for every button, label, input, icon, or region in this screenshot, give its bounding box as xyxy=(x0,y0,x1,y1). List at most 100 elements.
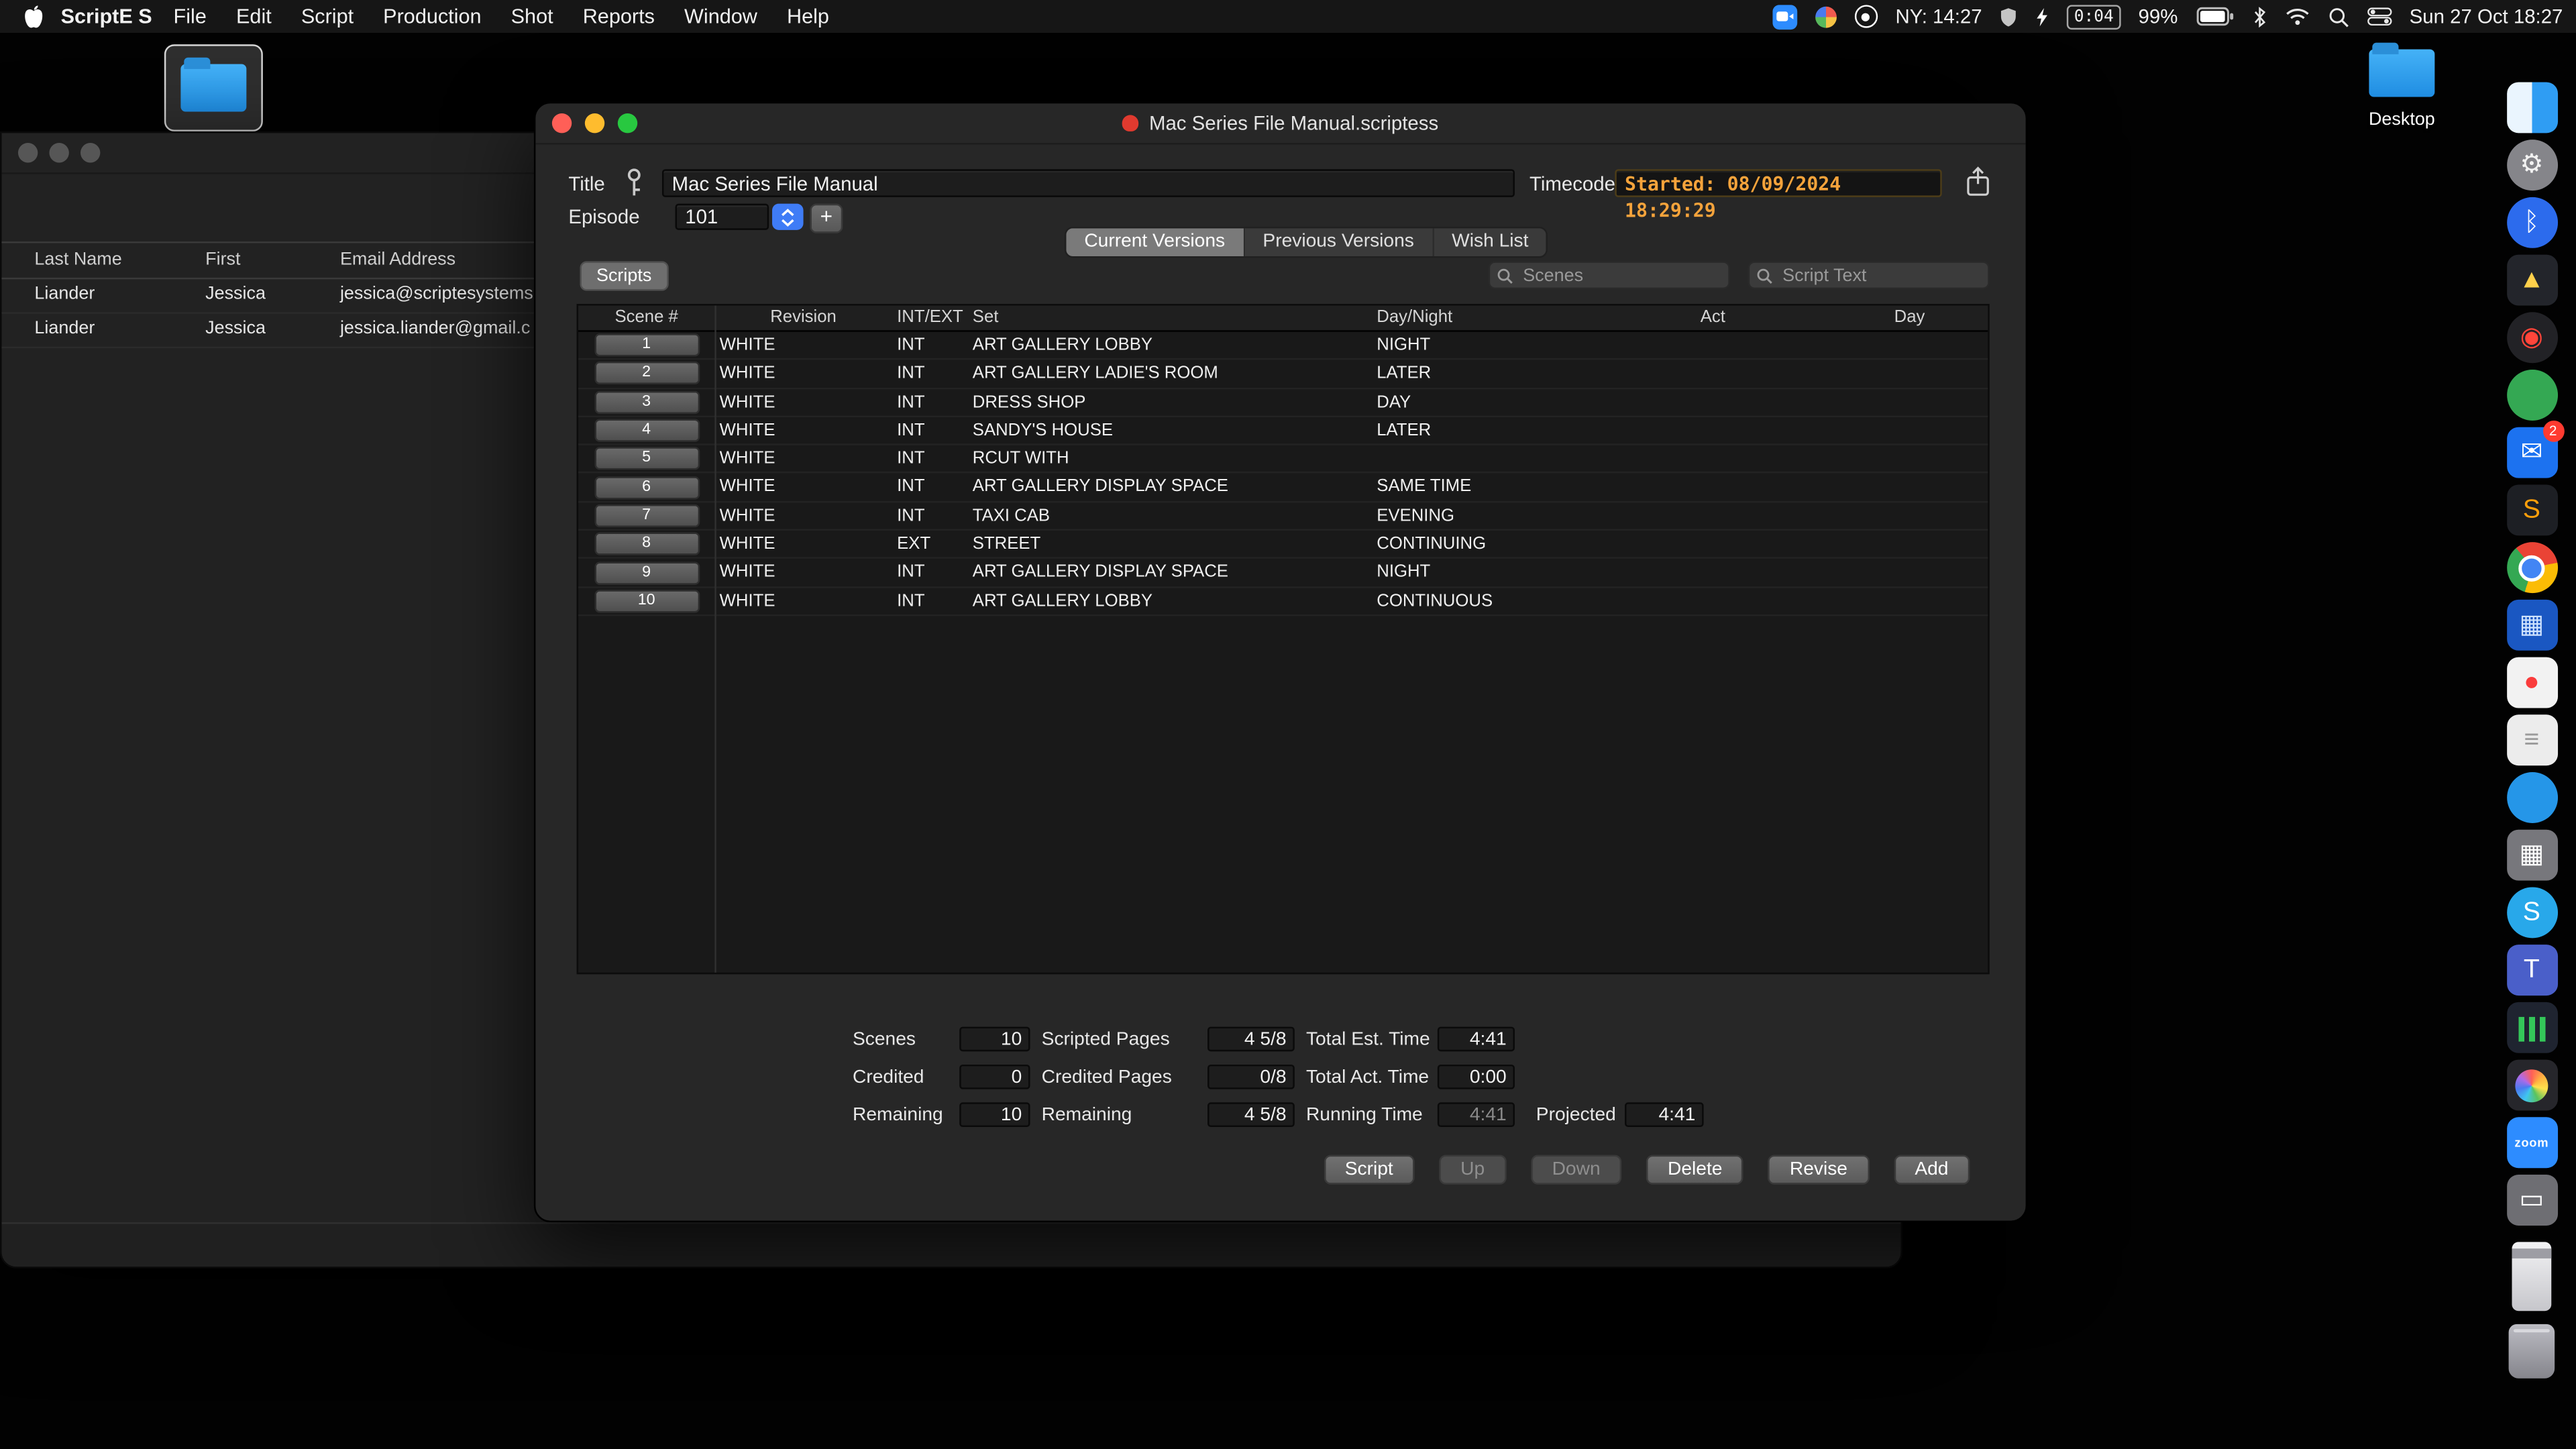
titlebar[interactable]: Mac Series File Manual.scriptess xyxy=(535,103,2025,144)
credited-value[interactable]: 0 xyxy=(959,1065,1030,1089)
system-settings-icon[interactable]: ⚙ xyxy=(2506,140,2557,191)
location-time[interactable]: NY: 14:27 xyxy=(1896,5,1982,28)
finder-icon[interactable] xyxy=(2506,82,2557,133)
scene-row[interactable]: 8WHITEEXTSTREETCONTINUING xyxy=(578,531,1988,559)
script-manual-window[interactable]: Mac Series File Manual.scriptess Title T… xyxy=(534,102,2027,1222)
scene-row[interactable]: 1WHITEINTART GALLERY LOBBYNIGHT xyxy=(578,332,1988,360)
running-time-value[interactable]: 4:41 xyxy=(1438,1102,1515,1127)
tab-current-versions[interactable]: Current Versions xyxy=(1066,228,1244,256)
battery-icon[interactable] xyxy=(2196,7,2233,26)
script-button[interactable]: Script xyxy=(1324,1155,1415,1185)
zoom-menubar-icon[interactable] xyxy=(1772,4,1797,29)
chrome-icon[interactable] xyxy=(2506,542,2557,593)
remaining-pages-value[interactable]: 4 5/8 xyxy=(1208,1102,1295,1127)
scripted-pages-value[interactable]: 4 5/8 xyxy=(1208,1027,1295,1052)
charts-icon[interactable] xyxy=(2506,1002,2557,1053)
scene-number-button[interactable]: 9 xyxy=(594,561,699,584)
jar-icon[interactable] xyxy=(2512,1242,2551,1311)
pinwheel-icon[interactable] xyxy=(1815,6,1837,28)
add-button[interactable]: Add xyxy=(1894,1155,1970,1185)
column-header[interactable]: Day xyxy=(1889,306,1988,331)
spotlight-icon[interactable] xyxy=(2327,6,2349,28)
script-text-search-input[interactable] xyxy=(1779,264,1981,286)
bluetooth-exchange-icon[interactable]: ᛒ xyxy=(2506,197,2557,248)
trash-icon[interactable] xyxy=(2509,1324,2555,1379)
scene-number-button[interactable]: 10 xyxy=(594,590,699,612)
scene-row[interactable]: 10WHITEINTART GALLERY LOBBYCONTINUOUS xyxy=(578,588,1988,616)
control-center-icon[interactable] xyxy=(2367,7,2392,26)
column-header[interactable]: Act xyxy=(1695,306,1889,331)
google-drive-icon[interactable]: ▲ xyxy=(2506,255,2557,306)
tab-wish-list[interactable]: Wish List xyxy=(1434,228,1546,256)
scene-table[interactable]: Scene #RevisionINT/EXTSetDay/NightActDay… xyxy=(577,304,1990,974)
menu-production[interactable]: Production xyxy=(368,5,496,28)
scene-number-button[interactable]: 3 xyxy=(594,390,699,413)
close-button[interactable] xyxy=(552,113,572,133)
close-button[interactable] xyxy=(18,143,38,162)
menu-shot[interactable]: Shot xyxy=(496,5,568,28)
skype-icon[interactable]: S xyxy=(2506,887,2557,938)
notes-icon[interactable]: ≡ xyxy=(2506,714,2557,765)
app-menu-title[interactable]: ScriptE S xyxy=(61,5,152,28)
column-header[interactable]: INT/EXT xyxy=(892,306,968,331)
script-text-search[interactable] xyxy=(1748,261,1990,289)
zoom-button[interactable] xyxy=(618,113,637,133)
scene-row[interactable]: 7WHITEINTTAXI CABEVENING xyxy=(578,502,1988,531)
safari-icon[interactable] xyxy=(2506,772,2557,823)
menu-reports[interactable]: Reports xyxy=(568,5,669,28)
scenes-search[interactable] xyxy=(1489,261,1730,289)
acrobat-icon[interactable]: ● xyxy=(2506,657,2557,708)
minimize-button[interactable] xyxy=(49,143,68,162)
column-header[interactable]: Day/Night xyxy=(1372,306,1695,331)
add-episode-button[interactable]: + xyxy=(810,204,843,233)
remote-desktop-icon[interactable]: ▭ xyxy=(2506,1175,2557,1226)
credited-pages-value[interactable]: 0/8 xyxy=(1208,1065,1295,1089)
scene-number-button[interactable]: 8 xyxy=(594,533,699,555)
scenes-stat-value[interactable]: 10 xyxy=(959,1027,1030,1052)
scene-number-button[interactable]: 5 xyxy=(594,447,699,470)
calculator-icon[interactable]: ▦ xyxy=(2506,830,2557,881)
scene-row[interactable]: 5WHITEINTRCUT WITH xyxy=(578,445,1988,474)
media-player-icon[interactable]: ◉ xyxy=(2506,312,2557,363)
scene-row[interactable]: 2WHITEINTART GALLERY LADIE'S ROOMLATER xyxy=(578,360,1988,388)
record-timer[interactable]: 0:04 xyxy=(2068,4,2121,29)
mail-icon[interactable]: ✉2 xyxy=(2506,427,2557,478)
wifi-icon[interactable] xyxy=(2285,7,2310,26)
menu-file[interactable]: File xyxy=(159,5,221,28)
menu-edit[interactable]: Edit xyxy=(221,5,286,28)
episode-dropdown-button[interactable] xyxy=(772,204,804,230)
scene-row[interactable]: 4WHITEINTSANDY'S HOUSELATER xyxy=(578,417,1988,445)
episode-input[interactable] xyxy=(676,204,769,230)
delete-button[interactable]: Delete xyxy=(1646,1155,1743,1185)
scene-number-button[interactable]: 1 xyxy=(594,333,699,356)
scene-number-button[interactable]: 2 xyxy=(594,362,699,385)
scripte-icon[interactable]: S xyxy=(2506,484,2557,535)
scene-number-button[interactable]: 7 xyxy=(594,504,699,527)
scene-row[interactable]: 9WHITEINTART GALLERY DISPLAY SPACENIGHT xyxy=(578,559,1988,588)
menu-script[interactable]: Script xyxy=(286,5,368,28)
scene-table-body[interactable]: 1WHITEINTART GALLERY LOBBYNIGHT2WHITEINT… xyxy=(578,332,1988,616)
apple-menu-icon[interactable] xyxy=(23,4,44,29)
column-header[interactable]: Scene # xyxy=(578,306,714,331)
scene-row[interactable]: 6WHITEINTART GALLERY DISPLAY SPACESAME T… xyxy=(578,474,1988,502)
teams-icon[interactable]: T xyxy=(2506,945,2557,996)
column-header[interactable]: First xyxy=(205,243,240,277)
down-button[interactable]: Down xyxy=(1531,1155,1622,1185)
scenes-search-input[interactable] xyxy=(1519,264,1721,286)
share-icon[interactable] xyxy=(1958,162,1998,199)
green-app-icon[interactable] xyxy=(2506,370,2557,421)
column-header[interactable]: Last Name xyxy=(34,243,121,277)
timecode-field[interactable]: Started: 08/09/2024 18:29:29 xyxy=(1615,169,1941,197)
scene-number-button[interactable]: 6 xyxy=(594,476,699,498)
zoom-icon[interactable]: zoom xyxy=(2506,1117,2557,1168)
revise-button[interactable]: Revise xyxy=(1768,1155,1869,1185)
menu-window[interactable]: Window xyxy=(669,5,772,28)
desktop-folder[interactable]: Desktop xyxy=(2363,49,2442,129)
zoom-button[interactable] xyxy=(80,143,100,162)
record-icon[interactable] xyxy=(1854,5,1877,28)
column-header[interactable]: Email Address xyxy=(340,243,455,277)
bluetooth-icon[interactable] xyxy=(2252,6,2267,28)
scene-row[interactable]: 3WHITEINTDRESS SHOPDAY xyxy=(578,388,1988,417)
menu-help[interactable]: Help xyxy=(772,5,844,28)
tab-previous-versions[interactable]: Previous Versions xyxy=(1244,228,1434,256)
